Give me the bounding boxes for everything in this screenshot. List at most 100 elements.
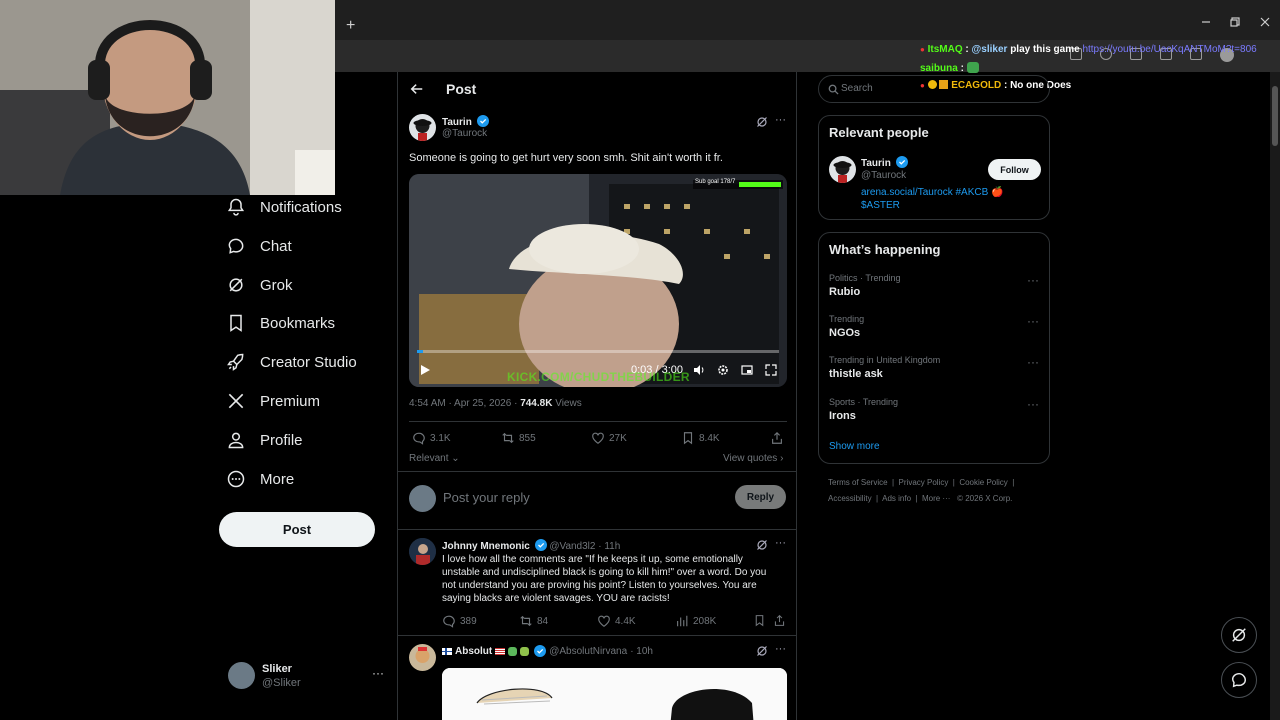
grok-floating-button[interactable] bbox=[1221, 617, 1257, 653]
nav-notifications[interactable]: Notifications bbox=[226, 189, 342, 225]
nav-grok[interactable]: Grok bbox=[226, 267, 293, 303]
avatar[interactable] bbox=[829, 156, 856, 183]
nav-premium[interactable]: Premium bbox=[226, 383, 320, 419]
reply-action[interactable]: 389 bbox=[442, 614, 477, 628]
nav-creator-studio[interactable]: Creator Studio bbox=[226, 344, 357, 380]
close-icon[interactable] bbox=[1257, 14, 1273, 30]
author-name[interactable]: Taurin bbox=[442, 115, 489, 128]
view-quotes-link[interactable]: View quotes › bbox=[723, 453, 783, 464]
repost-count: 84 bbox=[537, 615, 549, 627]
video-watermark: KICK.COM/CHUDTHEBUILDER bbox=[507, 370, 690, 384]
flag-usa-icon bbox=[495, 647, 506, 655]
reply-tweet[interactable]: Absolut @AbsolutNirvana · 10h ··· bbox=[398, 636, 796, 720]
bookmark-icon[interactable] bbox=[753, 614, 766, 627]
footer-link[interactable]: Cookie Policy bbox=[959, 478, 1007, 487]
share-icon[interactable] bbox=[773, 614, 786, 627]
trend-item[interactable]: Trending NGOs ··· bbox=[829, 314, 1041, 346]
nav-label: Chat bbox=[260, 237, 292, 255]
trend-item[interactable]: Sports · Trending Irons ··· bbox=[829, 397, 1041, 429]
restore-icon[interactable] bbox=[1227, 14, 1243, 30]
back-arrow-icon[interactable] bbox=[410, 82, 424, 96]
scrollbar-thumb[interactable] bbox=[1272, 86, 1278, 146]
grok-icon[interactable] bbox=[756, 539, 768, 551]
trend-item[interactable]: Politics · Trending Rubio ··· bbox=[829, 273, 1041, 305]
reply-tweet[interactable]: Johnny Mnemonic @Vand3l2 · 11h ··· I lov… bbox=[398, 530, 796, 635]
reply-author-handle[interactable]: @AbsolutNirvana bbox=[549, 646, 627, 657]
nav-chat[interactable]: Chat bbox=[226, 228, 292, 264]
verified-badge-icon bbox=[895, 156, 908, 168]
like-action[interactable]: 4.4K bbox=[597, 614, 636, 628]
card-title: Relevant people bbox=[829, 125, 929, 140]
more-dots-icon[interactable]: ··· bbox=[1027, 314, 1039, 328]
avatar[interactable] bbox=[409, 644, 436, 671]
nav-label: More bbox=[260, 470, 295, 488]
follow-button[interactable]: Follow bbox=[988, 159, 1041, 180]
views-action[interactable]: 208K bbox=[675, 614, 716, 628]
frog-emote-icon bbox=[966, 62, 979, 73]
trend-item[interactable]: Trending in United Kingdom thistle ask ·… bbox=[829, 355, 1041, 387]
reply-time: · 11h bbox=[598, 541, 621, 552]
reply-author-name[interactable]: Johnny Mnemonic bbox=[442, 541, 530, 552]
person-bio[interactable]: arena.social/Taurock #AKCB 🍎 $ASTER bbox=[861, 186, 1031, 212]
grok-icon[interactable] bbox=[756, 116, 768, 128]
search-box[interactable]: Search bbox=[818, 75, 1050, 103]
new-tab-button[interactable]: + bbox=[346, 18, 355, 34]
reply-image[interactable] bbox=[442, 668, 787, 720]
bookmark-action[interactable]: 8.4K bbox=[681, 431, 720, 445]
more-dots-icon[interactable]: ··· bbox=[1027, 273, 1039, 287]
video-player[interactable]: Sub goal 178/7 0:03 / 3:00 KICK.COM/CHUD… bbox=[409, 174, 787, 387]
chat-link[interactable]: https://youtu.be/UacKqANTMoM?t=806 bbox=[1082, 44, 1256, 55]
video-progress-fill bbox=[417, 350, 424, 353]
nav-bookmarks[interactable]: Bookmarks bbox=[226, 305, 335, 341]
footer-link[interactable]: Terms of Service bbox=[828, 478, 888, 487]
more-dots-icon[interactable]: ··· bbox=[1027, 397, 1039, 411]
play-icon[interactable] bbox=[419, 364, 431, 376]
reply-button[interactable]: Reply bbox=[735, 485, 786, 509]
footer-link[interactable]: Accessibility bbox=[828, 494, 872, 503]
person-name[interactable]: Taurin bbox=[861, 156, 908, 169]
picture-in-picture-icon[interactable] bbox=[741, 364, 753, 376]
footer-link[interactable]: Privacy Policy bbox=[899, 478, 949, 487]
repost-icon bbox=[502, 432, 514, 444]
reply-input[interactable]: Post your reply bbox=[443, 490, 530, 505]
fullscreen-icon[interactable] bbox=[765, 364, 777, 376]
share-icon[interactable] bbox=[770, 431, 784, 445]
video-frame bbox=[409, 174, 787, 387]
reply-icon bbox=[413, 432, 425, 445]
tweet-timestamp: 4:54 AM · Apr 25, 2026 · bbox=[409, 398, 521, 409]
more-dots-icon[interactable]: ··· bbox=[1027, 355, 1039, 369]
account-switcher[interactable]: Sliker @Sliker ··· bbox=[228, 662, 388, 692]
repost-action[interactable]: 855 bbox=[501, 431, 536, 445]
reply-author-name[interactable]: Absolut bbox=[455, 646, 492, 657]
more-dots-icon[interactable]: ··· bbox=[775, 537, 786, 549]
nav-profile[interactable]: Profile bbox=[226, 422, 303, 458]
volume-icon[interactable] bbox=[693, 364, 705, 376]
footer-link[interactable]: Ads info bbox=[882, 494, 911, 503]
person-handle[interactable]: @Taurock bbox=[861, 170, 906, 181]
messages-floating-button[interactable] bbox=[1221, 662, 1257, 698]
reply-action[interactable]: 3.1K bbox=[412, 431, 451, 445]
video-progress-track[interactable] bbox=[417, 350, 779, 353]
post-button[interactable]: Post bbox=[219, 512, 375, 547]
reply-author-handle[interactable]: @Vand3l2 bbox=[549, 541, 595, 552]
like-action[interactable]: 27K bbox=[591, 431, 627, 445]
author-handle[interactable]: @Taurock bbox=[442, 128, 487, 139]
settings-gear-icon[interactable] bbox=[717, 364, 729, 376]
bookmark-icon bbox=[230, 314, 242, 332]
repost-action[interactable]: 84 bbox=[519, 614, 548, 628]
nav-more[interactable]: More bbox=[226, 461, 294, 497]
minimize-icon[interactable] bbox=[1198, 14, 1214, 30]
grok-icon[interactable] bbox=[756, 645, 768, 657]
footer-links: Terms of Service | Privacy Policy | Cook… bbox=[828, 478, 1015, 503]
rocket-icon bbox=[227, 353, 244, 371]
more-dots-icon[interactable]: ··· bbox=[372, 666, 384, 680]
show-more-link[interactable]: Show more bbox=[829, 441, 880, 452]
avatar[interactable] bbox=[409, 114, 436, 141]
search-input[interactable]: Search bbox=[841, 83, 873, 94]
more-dots-icon[interactable]: ··· bbox=[775, 643, 786, 655]
more-dots-icon[interactable]: ··· bbox=[775, 114, 786, 126]
footer-link[interactable]: More ··· bbox=[922, 494, 950, 503]
avatar[interactable] bbox=[409, 538, 436, 565]
sort-dropdown[interactable]: Relevant ⌄ bbox=[409, 453, 460, 464]
page-scrollbar[interactable] bbox=[1270, 72, 1280, 720]
